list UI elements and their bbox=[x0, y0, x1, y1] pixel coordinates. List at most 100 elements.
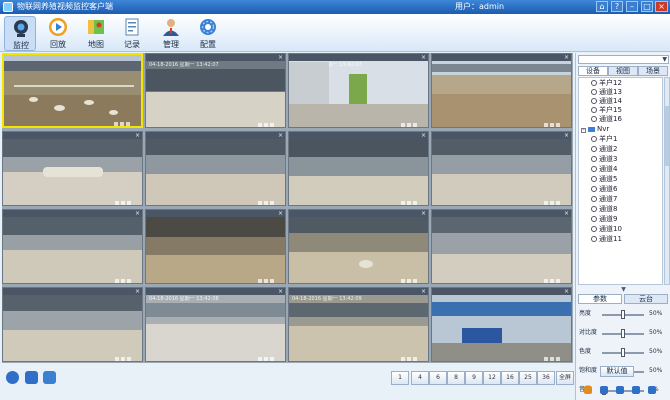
tree-item-label: 通道13 bbox=[599, 88, 622, 96]
toolbar-playback-button[interactable]: 回放 bbox=[42, 16, 74, 51]
video-cell[interactable]: × bbox=[145, 209, 286, 284]
home-icon[interactable]: ⌂ bbox=[596, 1, 608, 12]
split-8-button[interactable]: 8 bbox=[447, 371, 465, 385]
main-toolbar: 监控 回放 地图 记录 管理 配置 bbox=[0, 14, 670, 52]
tab-views[interactable]: 视图 bbox=[608, 66, 638, 76]
video-cell[interactable]: × bbox=[431, 287, 572, 362]
close-icon[interactable]: × bbox=[278, 54, 283, 61]
video-cell[interactable]: × 04-18-2016 星期一 13:42:08 bbox=[145, 287, 286, 362]
tree-scrollbar[interactable] bbox=[664, 77, 670, 285]
slider-value: 50% bbox=[649, 348, 663, 355]
split-36-button[interactable]: 36 bbox=[537, 371, 555, 385]
record-icon[interactable] bbox=[43, 371, 56, 384]
collapse-icon[interactable]: - bbox=[581, 128, 586, 133]
slider-knob[interactable] bbox=[621, 329, 625, 338]
tree-item[interactable]: 通道13 bbox=[591, 88, 622, 97]
settings-icon bbox=[200, 19, 216, 35]
close-icon[interactable]: × bbox=[421, 210, 426, 217]
lock-icon[interactable] bbox=[616, 386, 624, 394]
split-25-button[interactable]: 25 bbox=[519, 371, 537, 385]
snapshot-icon[interactable] bbox=[25, 371, 38, 384]
split-9-button[interactable]: 9 bbox=[465, 371, 483, 385]
tab-devices[interactable]: 设备 bbox=[578, 66, 608, 76]
close-icon[interactable]: × bbox=[564, 132, 569, 139]
layout-icon[interactable] bbox=[632, 386, 640, 394]
video-cell[interactable]: × bbox=[431, 53, 572, 128]
split-1-button[interactable]: 1 bbox=[391, 371, 409, 385]
slider-knob[interactable] bbox=[621, 310, 625, 319]
video-cell[interactable]: × bbox=[431, 209, 572, 284]
video-cell[interactable]: × bbox=[145, 131, 286, 206]
link-icon[interactable] bbox=[648, 386, 656, 394]
tab-ptz[interactable]: 云台 bbox=[624, 294, 668, 304]
collapse-toggle-icon[interactable]: ▼ bbox=[578, 287, 669, 293]
tree-item[interactable]: 通道16 bbox=[591, 115, 622, 124]
video-cell[interactable]: × bbox=[288, 209, 429, 284]
video-cell[interactable]: × bbox=[288, 131, 429, 206]
tree-item[interactable]: 羊户15 bbox=[591, 106, 622, 115]
brightness-slider[interactable]: 亮度 50% bbox=[578, 308, 669, 320]
slider-knob[interactable] bbox=[621, 348, 625, 357]
video-cell[interactable]: × bbox=[2, 131, 143, 206]
video-cell[interactable]: × bbox=[431, 131, 572, 206]
tab-params[interactable]: 参数 bbox=[578, 294, 622, 304]
toolbar-log-button[interactable]: 记录 bbox=[116, 16, 148, 51]
tree-item[interactable]: 通道7 bbox=[591, 195, 617, 204]
tree-item[interactable]: 通道14 bbox=[591, 97, 622, 106]
close-icon[interactable]: × bbox=[564, 54, 569, 61]
close-icon[interactable]: × bbox=[421, 132, 426, 139]
tree-item[interactable]: 通道3 bbox=[591, 155, 617, 164]
device-dropdown[interactable]: ▼ bbox=[578, 55, 669, 64]
split-12-button[interactable]: 12 bbox=[483, 371, 501, 385]
default-values-button[interactable]: 默认值 bbox=[600, 366, 634, 377]
hue-slider[interactable]: 色度 50% bbox=[578, 346, 669, 358]
close-icon[interactable]: × bbox=[564, 210, 569, 217]
right-panel: ▼ 设备 视图 场景 羊户12 通道13 通道14 羊户15 通道16 - Nvr… bbox=[575, 53, 670, 400]
video-cell[interactable]: × bbox=[2, 287, 143, 362]
tree-item[interactable]: 羊户1 bbox=[591, 135, 617, 144]
alarm-icon[interactable] bbox=[584, 386, 592, 394]
video-cell[interactable] bbox=[2, 53, 143, 128]
video-cell[interactable]: × 04-18-2016 星期一 13:42:07 bbox=[288, 53, 429, 128]
scrollbar-thumb[interactable] bbox=[665, 106, 669, 166]
close-icon[interactable]: × bbox=[135, 132, 140, 139]
close-icon[interactable]: × bbox=[421, 54, 426, 61]
tree-item[interactable]: 通道4 bbox=[591, 165, 617, 174]
tree-item[interactable]: 通道9 bbox=[591, 215, 617, 224]
fullscreen-button[interactable]: 全屏 bbox=[556, 371, 574, 385]
stop-all-icon[interactable] bbox=[6, 371, 19, 384]
tree-item[interactable]: 羊户12 bbox=[591, 79, 622, 88]
contrast-slider[interactable]: 对比度 50% bbox=[578, 327, 669, 339]
tab-scenes[interactable]: 场景 bbox=[638, 66, 668, 76]
close-icon[interactable]: × bbox=[135, 210, 140, 217]
toolbar-admin-button[interactable]: 管理 bbox=[155, 16, 187, 51]
video-cell[interactable]: × 04-18-2016 星期一 13:42:07 bbox=[145, 53, 286, 128]
split-6-button[interactable]: 6 bbox=[429, 371, 447, 385]
tree-item[interactable]: 通道8 bbox=[591, 205, 617, 214]
tree-item[interactable]: 通道11 bbox=[591, 235, 622, 244]
help-icon[interactable]: ? bbox=[611, 1, 623, 12]
tree-item[interactable]: 通道10 bbox=[591, 225, 622, 234]
close-icon[interactable]: × bbox=[421, 288, 426, 295]
minimize-button[interactable]: – bbox=[626, 1, 638, 12]
toolbar-map-button[interactable]: 地图 bbox=[80, 16, 112, 51]
close-icon[interactable]: × bbox=[278, 210, 283, 217]
tree-item[interactable]: 通道6 bbox=[591, 185, 617, 194]
tree-folder[interactable]: - Nvr bbox=[581, 125, 609, 134]
tree-item[interactable]: 通道2 bbox=[591, 145, 617, 154]
toolbar-monitor-button[interactable]: 监控 bbox=[4, 16, 36, 51]
close-button[interactable]: × bbox=[655, 1, 668, 12]
toolbar-settings-button[interactable]: 配置 bbox=[192, 16, 224, 51]
slider-label: 对比度 bbox=[579, 329, 598, 336]
mute-icon[interactable] bbox=[600, 386, 608, 394]
split-4-button[interactable]: 4 bbox=[411, 371, 429, 385]
video-cell[interactable]: × 04-18-2016 星期一 13:42:09 bbox=[288, 287, 429, 362]
close-icon[interactable]: × bbox=[278, 132, 283, 139]
tree-item[interactable]: 通道5 bbox=[591, 175, 617, 184]
close-icon[interactable]: × bbox=[278, 288, 283, 295]
close-icon[interactable]: × bbox=[564, 288, 569, 295]
split-16-button[interactable]: 16 bbox=[501, 371, 519, 385]
close-icon[interactable]: × bbox=[135, 288, 140, 295]
video-cell[interactable]: × bbox=[2, 209, 143, 284]
maximize-button[interactable]: □ bbox=[641, 1, 653, 12]
